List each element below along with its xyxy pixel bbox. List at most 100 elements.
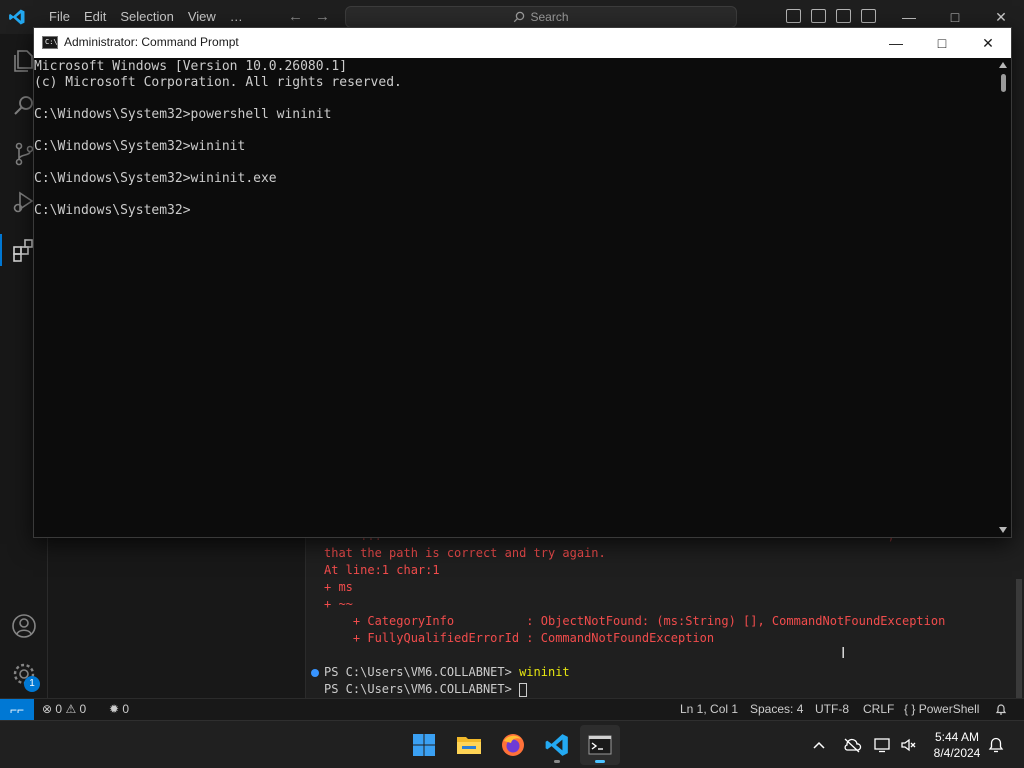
ports-status[interactable]: ✹ 0 — [109, 699, 129, 721]
cmd-line — [34, 123, 996, 139]
cmd-prompt-line: C:\Windows\System32> — [34, 203, 191, 218]
cmd-line: C:\Windows\System32>powershell wininit — [34, 107, 332, 122]
cmd-line: Microsoft Windows [Version 10.0.26080.1] — [34, 59, 348, 74]
cmd-maximize-button[interactable]: □ — [919, 28, 965, 58]
file-explorer-taskbar-button[interactable] — [449, 725, 489, 765]
braces-icon: { } — [904, 702, 916, 716]
cmd-window-title: Administrator: Command Prompt — [64, 35, 239, 49]
chevron-up-icon — [813, 741, 825, 749]
cmd-line — [34, 91, 996, 107]
firefox-icon — [502, 734, 524, 756]
warning-icon: ⚠ — [65, 702, 77, 716]
terminal-prompt: PS C:\Users\VM6.COLLABNET> — [324, 665, 520, 679]
vscode-icon — [545, 734, 568, 756]
terminal-command-line: PS C:\Users\VM6.COLLABNET> wininit — [311, 664, 1024, 681]
remote-indicator-icon[interactable]: ⌐⌐ — [0, 699, 34, 721]
terminal-error-fqid: + FullyQualifiedErrorId : CommandNotFoun… — [324, 631, 715, 645]
notifications-bell-icon[interactable] — [995, 699, 1007, 721]
scroll-thumb[interactable] — [1001, 74, 1006, 92]
clock-date: 8/4/2024 — [933, 746, 981, 760]
language-label: PowerShell — [918, 702, 980, 716]
show-hidden-icons-button[interactable] — [812, 721, 826, 768]
error-count: 0 — [55, 702, 63, 716]
desktop-screen: File Edit Selection View … ← → Search — … — [0, 0, 1024, 768]
vscode-nav: ← → — [288, 8, 330, 25]
cloud-off-icon — [844, 738, 862, 753]
volume-tray-icon[interactable] — [900, 721, 918, 768]
terminal-cursor — [519, 682, 528, 697]
start-button[interactable] — [404, 725, 444, 765]
layout-controls — [786, 9, 876, 23]
text-cursor-icon: I — [841, 644, 846, 662]
language-mode[interactable]: { } PowerShell — [904, 699, 979, 721]
settings-update-badge: 1 — [24, 676, 40, 692]
active-app-indicator — [595, 760, 605, 763]
terminal-scrollbar[interactable] — [1016, 579, 1022, 699]
toggle-secondary-sidebar-icon[interactable] — [836, 9, 851, 23]
windows-taskbar: 5:44 AM 8/4/2024 — [0, 720, 1024, 768]
firefox-taskbar-button[interactable] — [493, 725, 533, 765]
terminal-current-line: PS C:\Users\VM6.COLLABNET> — [324, 681, 1024, 698]
terminal-error-line: At line:1 char:1 — [324, 563, 440, 577]
toggle-panel-icon[interactable] — [811, 9, 826, 23]
ports-icon: ✹ — [109, 702, 120, 716]
notification-center-button[interactable] — [988, 721, 1004, 768]
terminal-prompt: PS C:\Users\VM6.COLLABNET> — [324, 682, 520, 696]
customize-layout-icon[interactable] — [861, 9, 876, 23]
cmd-line: (c) Microsoft Corporation. All rights re… — [34, 75, 402, 90]
onedrive-tray-icon[interactable] — [842, 721, 862, 768]
problems-status[interactable]: ⊗ 0 ⚠ 0 — [42, 699, 86, 721]
command-center-search[interactable]: Search — [345, 6, 737, 28]
cmd-line: C:\Windows\System32>wininit.exe — [34, 171, 277, 186]
speaker-muted-icon — [901, 738, 916, 752]
vscode-taskbar-button[interactable] — [537, 725, 577, 765]
taskbar-clock[interactable]: 5:44 AM 8/4/2024 — [926, 729, 988, 761]
command-prompt-icon — [588, 735, 612, 755]
cmd-line — [34, 155, 996, 171]
active-view-indicator — [0, 234, 2, 266]
terminal-error-category: + CategoryInfo : ObjectNotFound: (ms:Str… — [324, 614, 946, 628]
cmd-line: C:\Windows\System32>wininit — [34, 139, 246, 154]
cmd-minimize-button[interactable]: — — [873, 28, 919, 58]
search-placeholder: Search — [530, 10, 569, 24]
cmd-app-icon[interactable]: C:\ — [42, 36, 58, 49]
vscode-logo-icon — [9, 9, 25, 25]
network-tray-icon[interactable] — [874, 721, 892, 768]
search-icon — [514, 11, 525, 23]
indentation-status[interactable]: Spaces: 4 — [750, 699, 803, 721]
back-arrow-icon[interactable]: ← — [288, 8, 303, 25]
notification-bell-icon — [988, 737, 1004, 753]
toggle-primary-sidebar-icon[interactable] — [786, 9, 801, 23]
cmd-scrollbar[interactable] — [996, 58, 1011, 537]
forward-arrow-icon[interactable]: → — [315, 8, 330, 25]
cmd-window-controls: — □ ✕ — [873, 28, 1011, 58]
terminal-error-line: + ms — [324, 580, 353, 594]
folder-icon — [457, 737, 481, 754]
warning-count: 0 — [79, 702, 87, 716]
cmd-titlebar[interactable]: C:\ Administrator: Command Prompt — □ ✕ — [34, 28, 1011, 58]
scroll-up-arrow-icon[interactable] — [999, 62, 1007, 68]
terminal-error-line: + ~~ — [324, 597, 353, 611]
windows-logo-icon — [413, 734, 435, 756]
terminal-command: wininit — [519, 665, 570, 679]
cmd-close-button[interactable]: ✕ — [965, 28, 1011, 58]
ports-count: 0 — [122, 702, 130, 716]
cmd-line — [34, 187, 996, 203]
encoding-status[interactable]: UTF-8 — [815, 699, 849, 721]
scroll-down-arrow-icon[interactable] — [999, 527, 1007, 533]
command-prompt-window[interactable]: C:\ Administrator: Command Prompt — □ ✕ … — [33, 27, 1012, 538]
status-bar: ⌐⌐ ⊗ 0 ⚠ 0 ✹ 0 Ln 1, Col 1 Spaces: 4 UTF… — [0, 698, 1024, 721]
clock-time: 5:44 AM — [934, 730, 980, 744]
cursor-position[interactable]: Ln 1, Col 1 — [680, 699, 738, 721]
terminal-error-line: that the path is correct and try again. — [324, 546, 606, 560]
eol-status[interactable]: CRLF — [863, 699, 894, 721]
command-decoration-icon[interactable] — [311, 668, 319, 677]
terminal-output[interactable]: ~~ ...~~~ ~~~~ ~~~ ~~~ ~~~~~~ ~~ ~~~ ~~~… — [311, 528, 1024, 698]
cmd-console-output[interactable]: Microsoft Windows [Version 10.0.26080.1]… — [34, 58, 996, 537]
error-icon: ⊗ — [42, 702, 53, 716]
terminal-taskbar-button[interactable] — [580, 725, 620, 765]
running-indicator — [554, 760, 560, 763]
network-icon — [874, 738, 890, 753]
accounts-icon[interactable] — [10, 612, 38, 640]
